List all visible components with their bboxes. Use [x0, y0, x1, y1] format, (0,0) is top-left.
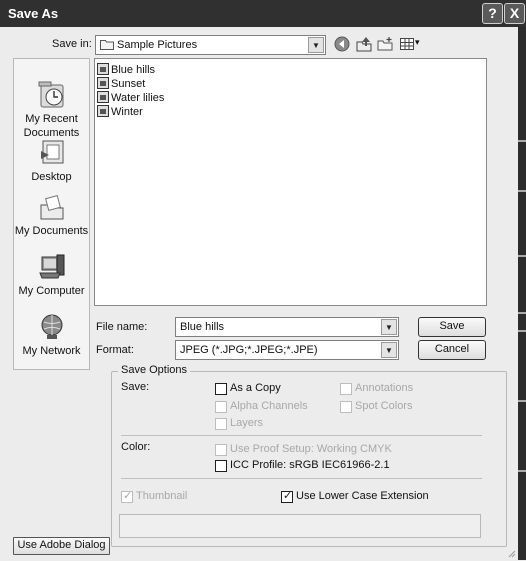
edge-mark: [518, 470, 526, 472]
format-dropdown[interactable]: JPEG (*.JPG;*.JPEG;*.JPE) ▼: [175, 340, 399, 360]
save-label: Save:: [121, 381, 150, 393]
file-name: Sunset: [111, 78, 146, 90]
background-window-edge: [518, 27, 526, 560]
file-item[interactable]: Winter: [97, 105, 143, 119]
folder-icon: [100, 39, 114, 50]
save-in-dropdown[interactable]: Sample Pictures ▼: [95, 35, 326, 55]
place-label: My Network: [22, 345, 81, 357]
my-network-icon: [35, 311, 69, 343]
alpha-channels-label: Alpha Channels: [230, 400, 308, 412]
places-bar: My Recent Documents Desktop My Documents…: [13, 58, 90, 370]
cancel-button[interactable]: Cancel: [418, 340, 486, 360]
file-name-label: File name:: [96, 321, 148, 333]
color-label: Color:: [121, 441, 151, 453]
thumbnail-label: Thumbnail: [136, 490, 188, 502]
place-my-network[interactable]: My Network: [14, 311, 89, 357]
place-label: My Recent: [25, 113, 78, 125]
my-documents-icon: [35, 191, 69, 223]
back-icon[interactable]: [334, 36, 350, 52]
title-bar: [0, 0, 526, 27]
chevron-down-icon[interactable]: ▼: [381, 319, 397, 335]
edge-mark: [518, 312, 526, 314]
image-file-icon: [97, 63, 109, 75]
spot-colors-label: Spot Colors: [355, 400, 413, 412]
alpha-channels-checkbox[interactable]: [215, 401, 227, 413]
view-menu-arrow: ▾: [415, 37, 420, 47]
file-item[interactable]: Water lilies: [97, 91, 164, 105]
use-proof-setup-checkbox[interactable]: [215, 444, 227, 456]
file-name: Blue hills: [111, 64, 156, 76]
edge-mark: [518, 255, 526, 257]
use-proof-setup-label: Use Proof Setup: Working CMYK: [230, 443, 392, 455]
spot-colors-checkbox[interactable]: [340, 401, 352, 413]
chevron-down-icon[interactable]: ▼: [308, 37, 324, 53]
place-my-computer[interactable]: My Computer: [14, 251, 89, 297]
format-label: Format:: [96, 344, 134, 356]
warning-message-area: [119, 514, 481, 538]
save-options-title: Save Options: [118, 364, 191, 376]
separator: [121, 478, 482, 479]
format-value: JPEG (*.JPG;*.JPEG;*.JPE): [180, 344, 318, 356]
desktop-icon: [35, 137, 69, 169]
place-my-recent-documents[interactable]: My Recent Documents: [14, 79, 89, 139]
separator: [121, 435, 482, 436]
edge-mark: [518, 330, 526, 332]
lower-case-extension-checkbox[interactable]: [281, 489, 293, 503]
file-name-input[interactable]: Blue hills ▼: [175, 317, 399, 337]
file-item[interactable]: Sunset: [97, 77, 145, 91]
as-a-copy-checkbox[interactable]: [215, 383, 227, 395]
icc-profile-checkbox[interactable]: [215, 460, 227, 472]
icc-profile-label: ICC Profile: sRGB IEC61966-2.1: [230, 459, 390, 471]
place-label: My Computer: [18, 285, 85, 297]
annotations-label: Annotations: [355, 382, 414, 394]
image-file-icon: [97, 77, 109, 89]
as-a-copy-label: As a Copy: [230, 382, 281, 394]
layers-label: Layers: [230, 417, 264, 429]
save-in-label: Save in:: [52, 38, 92, 50]
edge-mark: [518, 190, 526, 192]
layers-checkbox[interactable]: [215, 418, 227, 430]
file-item[interactable]: Blue hills: [97, 63, 155, 77]
lower-case-extension-label: Use Lower Case Extension: [296, 490, 429, 502]
thumbnail-checkbox[interactable]: [121, 489, 133, 503]
my-computer-icon: [35, 251, 69, 283]
save-button[interactable]: Save: [418, 317, 486, 337]
save-in-value: Sample Pictures: [117, 39, 198, 51]
window-title: Save As: [8, 6, 59, 21]
place-label: Desktop: [31, 171, 72, 183]
recent-documents-icon: [35, 79, 69, 111]
use-adobe-dialog-button[interactable]: Use Adobe Dialog: [13, 537, 110, 555]
annotations-checkbox[interactable]: [340, 383, 352, 395]
edge-mark: [518, 140, 526, 142]
place-label: My Documents: [14, 225, 89, 237]
up-folder-icon[interactable]: [356, 36, 372, 52]
file-name: Winter: [111, 106, 143, 118]
file-name-value: Blue hills: [180, 321, 225, 333]
new-folder-icon[interactable]: [377, 36, 394, 52]
image-file-icon: [97, 105, 109, 117]
view-menu-icon[interactable]: ▾: [399, 36, 423, 52]
edge-mark: [518, 400, 526, 402]
help-button[interactable]: ?: [482, 3, 503, 24]
image-file-icon: [97, 91, 109, 103]
file-list[interactable]: Blue hills Sunset Water lilies Winter: [94, 58, 487, 306]
chevron-down-icon[interactable]: ▼: [381, 342, 397, 358]
close-button[interactable]: X: [504, 3, 525, 24]
file-name: Water lilies: [111, 92, 165, 104]
place-desktop[interactable]: Desktop: [14, 137, 89, 183]
resize-grip-icon[interactable]: [506, 548, 516, 558]
place-my-documents[interactable]: My Documents: [14, 191, 89, 237]
